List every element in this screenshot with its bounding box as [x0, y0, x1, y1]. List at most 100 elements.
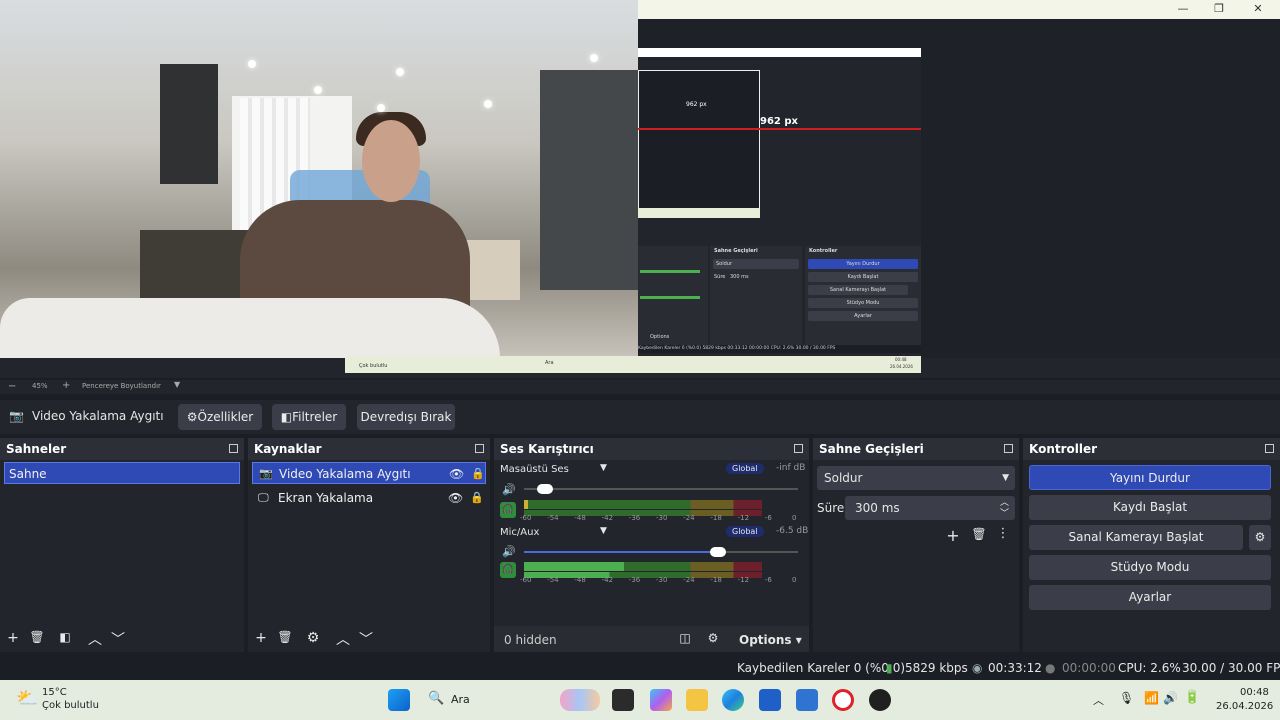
opera-icon[interactable] — [832, 689, 854, 711]
taskbar-search[interactable]: Ara — [451, 693, 470, 706]
nested-preview — [638, 70, 760, 218]
clock-date[interactable]: 26.04.2026 — [1216, 701, 1273, 712]
float-dock-icon[interactable] — [475, 444, 484, 453]
outlook-icon[interactable] — [796, 689, 818, 711]
gear-icon[interactable]: ⚙ — [304, 630, 322, 646]
obs-icon[interactable] — [869, 689, 891, 711]
meter-tick-label: -6 — [764, 576, 772, 584]
meter-bar — [524, 562, 762, 571]
widgets-icon[interactable] — [560, 689, 600, 711]
start-virtual-camera-button[interactable]: Sanal Kamerayı Başlat — [1029, 525, 1243, 550]
stepper-down-icon[interactable]: ﹀ — [1000, 502, 1009, 526]
ceiling-light — [314, 86, 322, 94]
search-icon[interactable]: 🔍 — [428, 691, 444, 706]
stop-stream-button[interactable]: Yayını Durdur — [1029, 465, 1271, 490]
meter-tick-label: -48 — [574, 514, 586, 522]
clock-time[interactable]: 00:48 — [1240, 687, 1269, 698]
weather-desc[interactable]: Çok bulutlu — [42, 700, 99, 711]
meter-tick-label: -24 — [683, 576, 695, 584]
signal-bars-icon: ▮ — [886, 661, 893, 675]
properties-button[interactable]: ⚙Özellikler — [178, 404, 262, 430]
source-item-video-capture[interactable]: 📷 Video Yakalama Aygıtı 👁 🔒 — [252, 462, 486, 484]
controls-dock: Kontroller Yayını Durdur Kaydı Başlat Sa… — [1023, 438, 1280, 652]
meter-tick-label: -18 — [710, 514, 722, 522]
deactivate-button[interactable]: Devredışı Bırak — [357, 404, 455, 430]
add-scene-icon[interactable]: + — [4, 630, 22, 646]
filters-button[interactable]: ◧Filtreler — [272, 404, 346, 430]
move-up-icon[interactable]: ︿ — [86, 629, 104, 649]
move-down-icon[interactable]: ﹀ — [357, 629, 375, 649]
trash-icon[interactable]: 🗑 — [276, 630, 294, 644]
speaker-icon[interactable]: 🔊 — [502, 545, 516, 558]
layout-icon[interactable]: ◫ — [676, 631, 694, 645]
scene-filters-icon[interactable]: ◧ — [56, 630, 74, 644]
measure-label: 962 px — [760, 116, 798, 127]
preview-canvas[interactable]: — ❐ ✕ 962 px 962 px Sahne Geçişleri Sold… — [0, 0, 1280, 378]
eye-icon[interactable]: 👁 — [449, 463, 464, 485]
move-down-icon[interactable]: ﹀ — [109, 629, 127, 649]
lock-icon[interactable]: 🔒 — [470, 487, 484, 509]
wifi-icon[interactable]: 📶 — [1144, 691, 1159, 705]
volume-knob[interactable] — [709, 547, 726, 557]
start-recording-button[interactable]: Kaydı Başlat — [1029, 495, 1271, 520]
mixer-title: Ses Karıştırıcı — [494, 438, 809, 460]
eye-icon[interactable]: 👁 — [448, 487, 463, 509]
channel-menu-icon[interactable]: ▼ — [600, 526, 607, 536]
duration-stepper[interactable]: 300 ms ︿ ﹀ — [845, 496, 1015, 520]
float-dock-icon[interactable] — [794, 444, 803, 453]
dropped-frames: Kaybedilen Kareler 0 (%0.0) — [737, 661, 906, 675]
add-transition-icon[interactable]: + — [944, 526, 962, 545]
gear-icon[interactable]: ⚙ — [704, 631, 722, 645]
mixer-toolbar: 0 hidden ◫ ⚙ Options ▾ — [494, 626, 809, 652]
mixer-options-button[interactable]: Options ▾ — [739, 633, 802, 647]
lock-icon[interactable]: 🔒 — [471, 463, 485, 485]
float-dock-icon[interactable] — [229, 444, 238, 453]
volume-knob[interactable] — [536, 484, 553, 494]
float-dock-icon[interactable] — [1265, 444, 1274, 453]
file-explorer-icon[interactable] — [686, 689, 708, 711]
scene-item[interactable]: Sahne — [4, 462, 240, 484]
zoom-dropdown-icon[interactable]: ▼ — [174, 380, 180, 389]
weather-cloud-icon[interactable]: ⛅ — [16, 688, 38, 709]
windows-start-icon[interactable] — [388, 689, 410, 711]
float-dock-icon[interactable] — [1004, 444, 1013, 453]
move-up-icon[interactable]: ︿ — [334, 629, 352, 649]
trash-icon[interactable]: 🗑 — [970, 527, 988, 541]
chevron-up-icon[interactable]: ︿ — [1093, 692, 1104, 708]
edge-icon[interactable] — [722, 689, 744, 711]
meter-tick-label: -42 — [601, 514, 614, 522]
microphone-icon[interactable]: 🎙 — [1119, 691, 1134, 705]
battery-icon[interactable]: 🔋 — [1184, 690, 1200, 705]
background-cabinet — [540, 70, 638, 290]
volume-slider-desktop[interactable] — [524, 488, 798, 490]
audio-mixer-dock: Ses Karıştırıcı Masaüstü Ses ▼ Global -i… — [494, 438, 809, 652]
maximize-icon: ❐ — [1214, 2, 1224, 15]
source-toolbar: 📷 Video Yakalama Aygıtı ⚙Özellikler ◧Fil… — [0, 400, 1280, 434]
transition-select[interactable]: Soldur ▼ — [817, 466, 1015, 490]
speaker-icon[interactable]: 🔊 — [502, 483, 516, 496]
windows-taskbar: ⛅ 15°C Çok bulutlu 🔍 Ara ︿ 🎙 📶 🔊 🔋 00:48… — [0, 680, 1280, 720]
add-source-icon[interactable]: + — [252, 630, 270, 646]
zoom-in-button[interactable]: + — [62, 380, 70, 391]
chevron-down-icon: ▼ — [1002, 473, 1009, 483]
source-item-screen-capture[interactable]: 🖵 Ekran Yakalama 👁 🔒 — [252, 487, 486, 509]
monitor-headphone-icon[interactable]: 🎧 — [500, 502, 516, 518]
volume-icon[interactable]: 🔊 — [1163, 691, 1178, 705]
copilot-icon[interactable] — [650, 689, 672, 711]
settings-button[interactable]: Ayarlar — [1029, 585, 1271, 610]
channel-menu-icon[interactable]: ▼ — [600, 463, 607, 473]
task-view-icon[interactable] — [612, 689, 634, 711]
weather-temp[interactable]: 15°C — [42, 687, 67, 698]
fit-to-window-label[interactable]: Pencereye Boyutlandır — [82, 382, 161, 390]
meter-tick-label: 0 — [792, 514, 797, 522]
more-options-icon[interactable]: ⋮ — [994, 526, 1012, 541]
studio-mode-button[interactable]: Stüdyo Modu — [1029, 555, 1271, 580]
meter-tick-label: -48 — [574, 576, 586, 584]
channel-db: -6.5 dB — [776, 526, 809, 536]
store-icon[interactable] — [759, 689, 781, 711]
virtual-camera-settings-button[interactable]: ⚙ — [1249, 525, 1271, 550]
zoom-out-button[interactable]: − — [8, 381, 16, 392]
trash-icon[interactable]: 🗑 — [28, 630, 46, 644]
monitor-headphone-icon[interactable]: 🎧 — [500, 562, 516, 578]
meter-tick-label: -30 — [656, 576, 668, 584]
